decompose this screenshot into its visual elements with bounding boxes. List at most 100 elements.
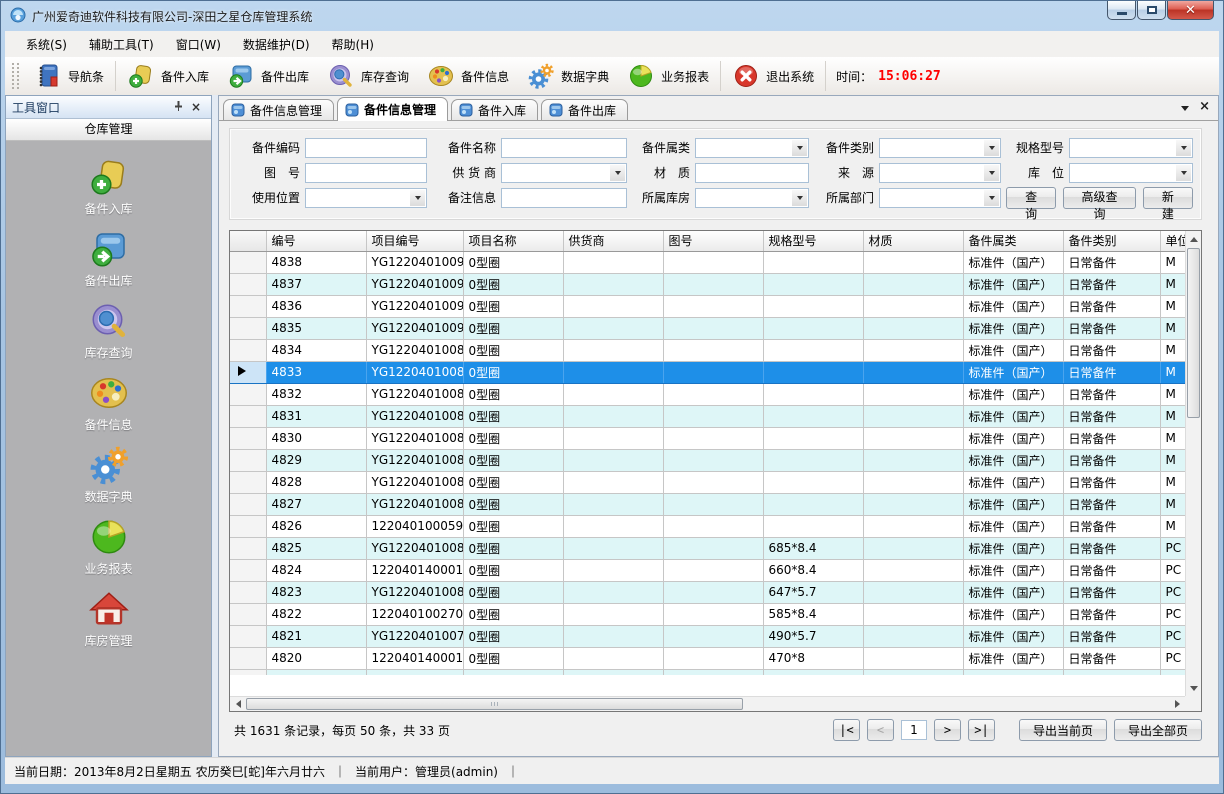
grid-cell[interactable]: 4833 (266, 361, 366, 383)
grid-cell[interactable]: YG12204010092 (366, 273, 463, 295)
first-page-button[interactable]: |< (833, 719, 860, 741)
grid-cell[interactable] (863, 317, 963, 339)
grid-cell[interactable] (863, 493, 963, 515)
grid-cell[interactable]: 647*5.7 (763, 581, 863, 603)
grid-cell[interactable]: 标准件（国产） (963, 251, 1063, 273)
grid-cell[interactable] (563, 383, 663, 405)
scroll-left-button[interactable] (230, 697, 246, 711)
form-field-2[interactable] (501, 138, 627, 158)
grid-cell[interactable]: 4837 (266, 273, 366, 295)
grid-cell[interactable]: YG12204010081 (366, 537, 463, 559)
toolbar-parts-info-button[interactable]: 备件信息 (418, 60, 518, 92)
row-selector-cell[interactable] (230, 647, 266, 669)
column-header-10[interactable]: 单位 (1160, 231, 1185, 251)
grid-cell[interactable]: 4836 (266, 295, 366, 317)
new-button[interactable]: 新建 (1143, 187, 1193, 209)
grid-cell[interactable]: 标准件（国产） (963, 273, 1063, 295)
grid-cell[interactable] (563, 427, 663, 449)
vertical-scrollbar-thumb[interactable] (1187, 248, 1200, 418)
menu-help[interactable]: 帮助(H) (321, 32, 385, 57)
grid-cell[interactable] (863, 647, 963, 669)
grid-cell[interactable]: M (1160, 251, 1185, 273)
sidebar-item-parts-info[interactable]: 备件信息 (6, 372, 211, 433)
form-field-4[interactable] (879, 138, 1001, 158)
grid-cell[interactable]: 0型圈 (463, 339, 563, 361)
grid-cell[interactable] (863, 471, 963, 493)
grid-cell[interactable] (663, 559, 763, 581)
grid-cell[interactable]: M (1160, 295, 1185, 317)
grid-cell[interactable]: YG12204010083 (366, 471, 463, 493)
grid-cell[interactable]: 4831 (266, 405, 366, 427)
row-selector-cell[interactable] (230, 625, 266, 647)
grid-cell[interactable] (663, 361, 763, 383)
pin-icon[interactable] (169, 100, 187, 115)
grid-cell[interactable] (563, 581, 663, 603)
grid-cell[interactable] (863, 537, 963, 559)
grid-cell[interactable]: 日常备件 (1063, 405, 1160, 427)
row-selector-cell[interactable] (230, 471, 266, 493)
close-button[interactable]: ✕ (1167, 1, 1214, 20)
grid-cell[interactable]: M (1160, 471, 1185, 493)
grid-cell[interactable] (563, 317, 663, 339)
grid-cell[interactable]: 日常备件 (1063, 515, 1160, 537)
column-header-5[interactable]: 图号 (663, 231, 763, 251)
grid-cell[interactable]: 标准件（国产） (963, 449, 1063, 471)
grid-cell[interactable]: 4835 (266, 317, 366, 339)
grid-cell[interactable] (863, 515, 963, 537)
grid-cell[interactable]: 0型圈 (463, 625, 563, 647)
grid-cell[interactable]: 4828 (266, 471, 366, 493)
grid-cell[interactable] (563, 603, 663, 625)
grid-cell[interactable] (663, 317, 763, 339)
grid-cell[interactable]: 0型圈 (463, 449, 563, 471)
grid-cell[interactable]: 4826 (266, 515, 366, 537)
last-page-button[interactable]: >| (968, 719, 995, 741)
grid-cell[interactable] (763, 405, 863, 427)
grid-cell[interactable] (863, 405, 963, 427)
menu-aux-tools[interactable]: 辅助工具(T) (78, 32, 165, 57)
row-selector-cell[interactable] (230, 317, 266, 339)
grid-cell[interactable]: M (1160, 383, 1185, 405)
grid-cell[interactable] (663, 273, 763, 295)
grid-cell[interactable]: 日常备件 (1063, 625, 1160, 647)
grid-cell[interactable]: YG12204010086 (366, 405, 463, 427)
grid-cell[interactable] (663, 339, 763, 361)
grid-cell[interactable] (563, 625, 663, 647)
grid-cell[interactable]: 0型圈 (463, 295, 563, 317)
grid-cell[interactable]: 0型圈 (463, 273, 563, 295)
column-header-7[interactable]: 材质 (863, 231, 963, 251)
menu-window[interactable]: 窗口(W) (165, 32, 232, 57)
grid-cell[interactable]: 0型圈 (463, 493, 563, 515)
grid-cell[interactable] (563, 471, 663, 493)
maximize-button[interactable] (1137, 1, 1166, 20)
tab-2[interactable]: 备件信息管理 (337, 97, 448, 121)
grid-cell[interactable]: 4829 (266, 449, 366, 471)
grid-cell[interactable]: 标准件（国产） (963, 647, 1063, 669)
grid-cell[interactable] (663, 383, 763, 405)
toolbar-exit-system-button[interactable]: 退出系统 (723, 60, 823, 92)
grid-cell[interactable] (863, 625, 963, 647)
grid-cell[interactable] (663, 449, 763, 471)
toolbar-parts-outbound-button[interactable]: 备件出库 (218, 60, 318, 92)
grid-cell[interactable]: 4834 (266, 339, 366, 361)
grid-cell[interactable]: 日常备件 (1063, 493, 1160, 515)
grid-cell[interactable] (763, 449, 863, 471)
grid-cell[interactable]: 660*8.4 (763, 559, 863, 581)
grid-cell[interactable]: 0型圈 (463, 581, 563, 603)
grid-cell[interactable]: 0型圈 (463, 405, 563, 427)
grid-cell[interactable] (863, 383, 963, 405)
grid-cell[interactable]: 标准件（国产） (963, 295, 1063, 317)
grid-cell[interactable]: 日常备件 (1063, 361, 1160, 383)
grid-cell[interactable]: 4830 (266, 427, 366, 449)
row-selector-cell[interactable] (230, 361, 266, 383)
grid-cell[interactable]: 470*8 (763, 647, 863, 669)
form-field-11[interactable] (305, 188, 427, 208)
grid-cell[interactable] (863, 581, 963, 603)
column-header-8[interactable]: 备件属类 (963, 231, 1063, 251)
close-tool-window-icon[interactable]: × (187, 100, 205, 114)
grid-cell[interactable]: PC (1160, 603, 1185, 625)
grid-cell[interactable] (563, 339, 663, 361)
grid-cell[interactable]: 日常备件 (1063, 581, 1160, 603)
grid-cell[interactable]: PC (1160, 537, 1185, 559)
grid-cell[interactable]: 4821 (266, 625, 366, 647)
grid-cell[interactable]: 日常备件 (1063, 537, 1160, 559)
